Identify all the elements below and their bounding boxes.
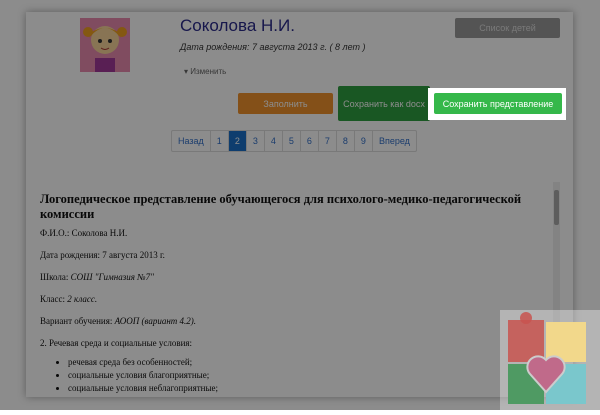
save-report-button[interactable]: Сохранить представление	[434, 93, 562, 114]
puzzle-heart-logo	[500, 310, 600, 410]
